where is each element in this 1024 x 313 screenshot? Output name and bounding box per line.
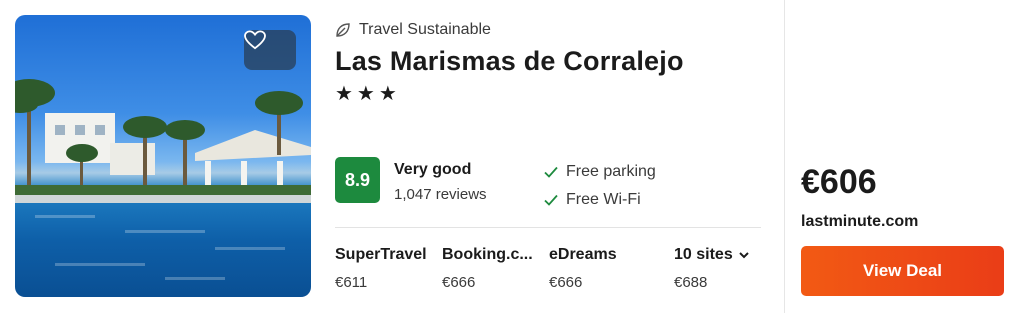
site-price: €666 [549,274,583,291]
section-divider [335,227,761,228]
view-deal-button[interactable]: View Deal [801,246,1004,296]
leaf-icon [336,23,350,37]
amenity-label: Free Wi-Fi [566,191,641,208]
more-sites-label: 10 sites [674,246,733,263]
site-price-supertravel[interactable]: SuperTravel €611 [335,246,435,291]
site-price-edreams[interactable]: eDreams €666 [549,246,649,291]
site-name: eDreams [549,246,617,263]
review-count[interactable]: 1,047 reviews [394,186,487,203]
site-price: €666 [442,274,476,291]
chevron-down-icon [739,251,749,258]
more-sites-dropdown[interactable]: 10 sites €688 [674,246,774,291]
column-divider [784,0,785,313]
site-price-booking[interactable]: Booking.c... €666 [442,246,542,291]
heart-outline-icon [244,30,266,50]
amenity-label: Free parking [566,163,656,180]
more-sites-toggle[interactable]: 10 sites [674,246,774,264]
review-score-label: Very good [394,161,472,178]
travel-sustainable-text: Travel Sustainable [359,21,491,38]
hotel-name[interactable]: Las Marismas de Corralejo [335,46,684,77]
amenity-free-wifi: Free Wi-Fi [544,191,641,209]
deal-provider: lastminute.com [801,213,919,230]
review-score-badge: 8.9 [335,157,380,203]
site-price: €611 [335,274,368,291]
travel-sustainable-label: Travel Sustainable [335,21,491,39]
hotel-photo[interactable] [15,15,311,297]
deal-price: €606 [801,163,877,201]
more-sites-price: €688 [674,274,708,291]
check-icon [544,194,558,206]
site-name: Booking.c... [442,246,533,263]
favorite-button[interactable] [244,30,296,70]
site-name: SuperTravel [335,246,427,263]
star-rating: ★★★ [335,83,401,105]
hotel-result-card[interactable]: Travel Sustainable Las Marismas de Corra… [0,0,1024,313]
amenity-free-parking: Free parking [544,163,656,181]
check-icon [544,166,558,178]
